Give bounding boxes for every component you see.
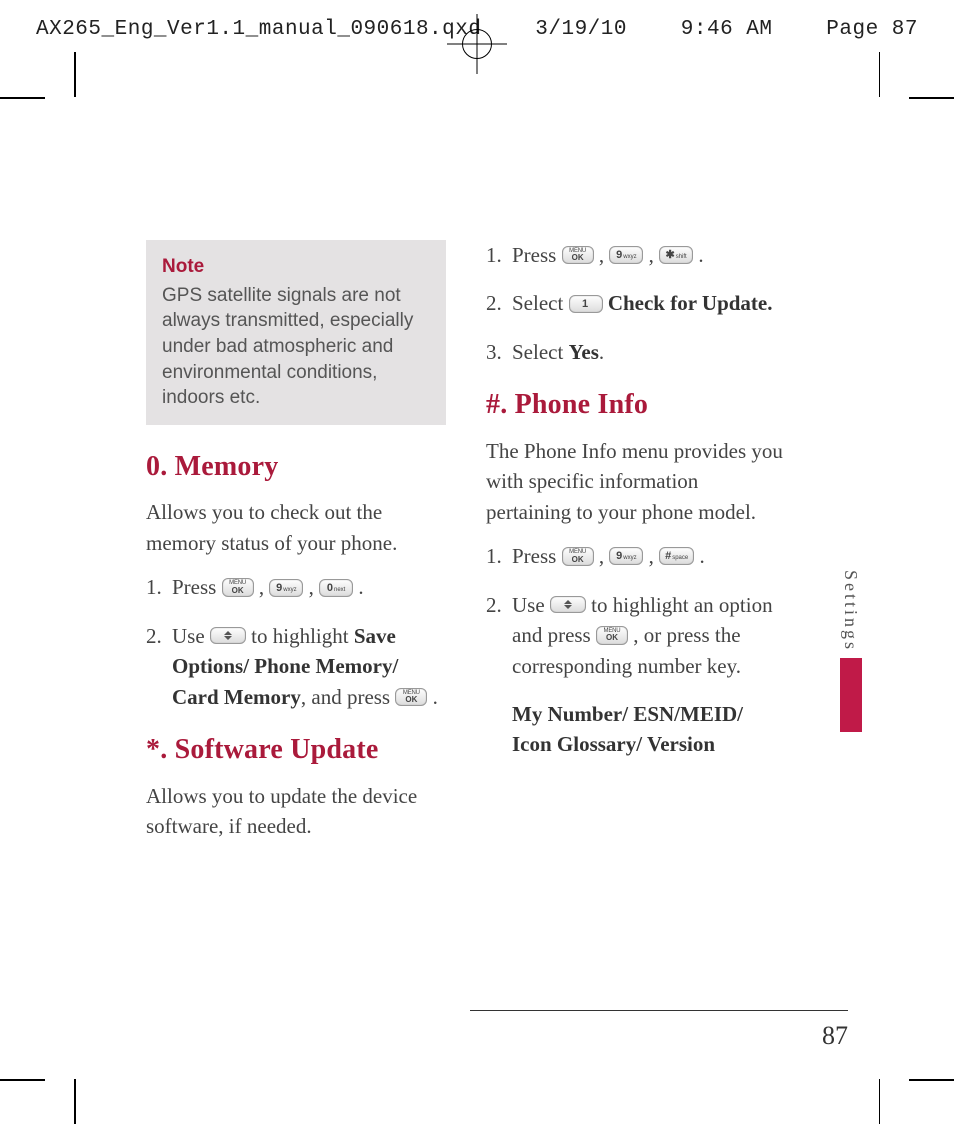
crop-mark — [74, 52, 76, 97]
phoneinfo-step-2: 2. Use to highlight an option and press … — [486, 590, 786, 681]
key-1-icon: 1 — [569, 295, 603, 313]
note-body: GPS satellite signals are not always tra… — [162, 285, 413, 409]
phoneinfo-list: My Number/ ESN/MEID/ Icon Glossary/ Vers… — [486, 699, 786, 760]
menu-ok-key-icon: MENUOK — [562, 547, 594, 566]
menu-ok-key-icon: MENUOK — [395, 688, 427, 707]
key-star-icon: ✱shift — [659, 246, 693, 264]
side-tab-label: Settings — [840, 570, 861, 652]
text: Use — [512, 593, 550, 617]
text: Select — [512, 340, 569, 364]
text: Press — [512, 243, 562, 267]
text: , — [649, 544, 660, 568]
slug-date: 3/19/10 — [535, 18, 627, 41]
text: , — [309, 575, 320, 599]
memory-intro: Allows you to check out the memory statu… — [146, 497, 446, 558]
text: , — [599, 243, 610, 267]
bold-text: Check for Update. — [608, 291, 773, 315]
note-title: Note — [162, 254, 430, 280]
text: Use — [172, 624, 210, 648]
key-9-icon: 9wxyz — [269, 579, 303, 597]
memory-step-1: 1. Press MENUOK , 9wxyz , 0next . — [146, 572, 446, 602]
text: , — [599, 544, 610, 568]
software-step-2: 2. Select 1 Check for Update. — [486, 288, 786, 318]
text: . — [599, 340, 604, 364]
software-intro: Allows you to update the device software… — [146, 781, 446, 842]
software-steps: 1. Press MENUOK , 9wxyz , ✱shift . 2. Se… — [486, 240, 786, 367]
text: Select — [512, 291, 569, 315]
text: Press — [172, 575, 222, 599]
text: . — [433, 685, 438, 709]
text: , — [649, 243, 660, 267]
memory-steps: 1. Press MENUOK , 9wxyz , 0next . 2. Use… — [146, 572, 446, 712]
nav-key-icon — [550, 596, 586, 613]
software-step-3: 3. Select Yes. — [486, 337, 786, 367]
phoneinfo-step-1: 1. Press MENUOK , 9wxyz , #space . — [486, 541, 786, 571]
nav-key-icon — [210, 627, 246, 644]
page-footer: 87 — [470, 1010, 848, 1051]
text: , — [259, 575, 270, 599]
crop-mark — [909, 1079, 954, 1081]
crop-mark — [0, 97, 45, 99]
key-9-icon: 9wxyz — [609, 547, 643, 565]
text: , and press — [301, 685, 395, 709]
note-box: Note GPS satellite signals are not alway… — [146, 240, 446, 425]
crop-mark — [74, 1079, 76, 1124]
side-tab-bar — [840, 658, 862, 732]
text: . — [699, 544, 704, 568]
right-column: 1. Press MENUOK , 9wxyz , ✱shift . 2. Se… — [486, 240, 786, 856]
menu-ok-key-icon: MENUOK — [596, 626, 628, 645]
menu-ok-key-icon: MENUOK — [562, 246, 594, 265]
bold-text: My Number/ ESN/MEID/ Icon Glossary/ Vers… — [512, 702, 743, 756]
section-heading-phone-info: #. Phone Info — [486, 385, 786, 426]
software-step-1: 1. Press MENUOK , 9wxyz , ✱shift . — [486, 240, 786, 270]
key-9-icon: 9wxyz — [609, 246, 643, 264]
page-content: Note GPS satellite signals are not alway… — [146, 240, 786, 856]
slug-time: 9:46 AM — [681, 18, 773, 41]
bold-text: Yes — [569, 340, 599, 364]
section-heading-memory: 0. Memory — [146, 447, 446, 488]
phoneinfo-steps: 1. Press MENUOK , 9wxyz , #space . 2. Us… — [486, 541, 786, 760]
text: . — [358, 575, 363, 599]
crop-mark — [879, 52, 881, 97]
memory-step-2: 2. Use to highlight Save Options/ Phone … — [146, 621, 446, 712]
section-heading-software-update: *. Software Update — [146, 730, 446, 771]
crop-mark — [909, 97, 954, 99]
page-number: 87 — [822, 1021, 848, 1050]
menu-ok-key-icon: MENUOK — [222, 578, 254, 597]
text: to highlight — [251, 624, 354, 648]
key-0-icon: 0next — [319, 579, 353, 597]
slug-file: AX265_Eng_Ver1.1_manual_090618.qxd — [36, 18, 481, 41]
crop-mark — [0, 1079, 45, 1081]
left-column: Note GPS satellite signals are not alway… — [146, 240, 446, 856]
key-hash-icon: #space — [659, 547, 694, 565]
phoneinfo-intro: The Phone Info menu provides you with sp… — [486, 436, 786, 527]
slug-page: Page 87 — [826, 18, 918, 41]
crop-mark — [879, 1079, 881, 1124]
text: . — [698, 243, 703, 267]
section-side-tab: Settings — [840, 570, 862, 732]
text: Press — [512, 544, 562, 568]
registration-mark-icon — [453, 20, 501, 68]
